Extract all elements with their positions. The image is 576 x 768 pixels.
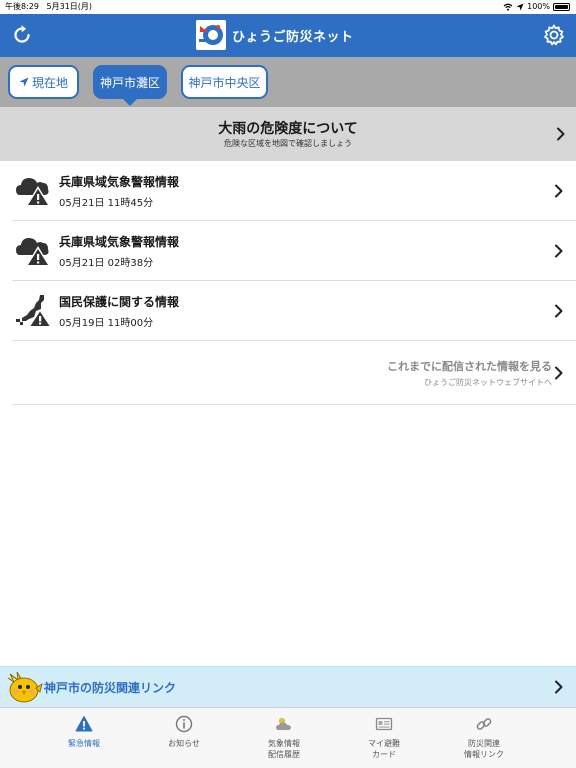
selected-tab-pointer — [123, 99, 137, 106]
past-info-subtitle: ひょうご防災ネットウェブサイトへ — [424, 378, 552, 387]
item-title: 国民保護に関する情報 — [59, 295, 180, 309]
tab-label: 神戸市灘区 — [99, 75, 160, 90]
info-list: 兵庫県域気象警報情報 05月21日 11時45分 兵庫県域気象警報情報 05月2… — [0, 161, 576, 405]
storm-warning-icon — [16, 178, 50, 206]
reload-button[interactable] — [10, 23, 34, 47]
item-title: 兵庫県域気象警報情報 — [59, 175, 180, 189]
tab-label: 防災関連 情報リンク — [434, 738, 534, 760]
tab-notices[interactable]: お知らせ — [134, 708, 234, 768]
item-date: 05月21日 11時45分 — [59, 198, 154, 209]
tab-label: 気象情報 配信履歴 — [234, 738, 334, 760]
settings-button[interactable] — [542, 23, 566, 47]
tab-label: 神戸市中央区 — [188, 75, 261, 90]
gear-icon — [544, 24, 564, 46]
weather-icon — [276, 717, 291, 730]
info-icon — [175, 715, 193, 733]
list-item[interactable]: 兵庫県域気象警報情報 05月21日 02時38分 — [12, 221, 576, 281]
tab-label: 現在地 — [31, 75, 68, 90]
tab-label: マイ避難 カード — [334, 738, 434, 760]
app-title: ひょうご防災ネット — [232, 29, 354, 45]
list-item[interactable]: 国民保護に関する情報 05月19日 11時00分 — [12, 281, 576, 341]
card-icon — [375, 717, 393, 731]
location-arrow-icon — [516, 3, 524, 11]
chevron-right-icon — [555, 366, 563, 380]
tab-kobe-nada[interactable]: 神戸市灘区 — [93, 65, 167, 99]
bottom-tab-bar: 緊急情報 お知らせ 気象情報 配信履歴 マイ避難 カード 防災関連 情報リンク — [0, 707, 576, 768]
tab-weather-history[interactable]: 気象情報 配信履歴 — [234, 708, 334, 768]
kobe-disaster-link-bar[interactable]: 神戸市の防災関連リンク — [0, 666, 576, 707]
area-tab-strip: 現在地 神戸市灘区 神戸市中央区 — [0, 57, 576, 107]
tab-label: 緊急情報 — [68, 739, 100, 748]
storm-warning-icon — [16, 238, 50, 266]
header-title-group: ひょうご防災ネット — [196, 20, 354, 50]
heavy-rain-risk-banner[interactable]: 大雨の危険度について 危険な区域を地図で確認しましょう — [0, 107, 576, 161]
past-info-link[interactable]: これまでに配信された情報を見る ひょうご防災ネットウェブサイトへ — [12, 341, 576, 405]
battery-icon — [553, 3, 570, 11]
app-logo — [196, 20, 226, 50]
tab-label: お知らせ — [168, 739, 200, 748]
tab-disaster-links[interactable]: 防災関連 情報リンク — [434, 708, 534, 768]
app-logo-mark — [196, 20, 226, 50]
tab-label-line2: カード — [372, 750, 396, 759]
tab-kobe-chuo[interactable]: 神戸市中央区 — [181, 65, 268, 99]
tab-label-line2: 配信履歴 — [268, 750, 300, 759]
chevron-right-icon — [555, 244, 563, 258]
banner-title: 大雨の危険度について — [218, 121, 358, 137]
kobe-link-label: 神戸市の防災関連リンク — [44, 681, 177, 695]
chevron-right-icon — [557, 127, 565, 141]
status-indicators: 100% — [503, 0, 570, 14]
item-title: 兵庫県域気象警報情報 — [59, 235, 180, 249]
battery-percent: 100% — [527, 2, 550, 11]
tab-label-line1: 防災関連 — [468, 739, 500, 748]
tab-emergency-info[interactable]: 緊急情報 — [34, 708, 134, 768]
banner-subtitle: 危険な区域を地図で確認しましょう — [224, 139, 352, 148]
tab-label-line1: 気象情報 — [268, 739, 300, 748]
warning-triangle-icon — [75, 716, 93, 732]
chevron-right-icon — [555, 184, 563, 198]
past-info-title: これまでに配信された情報を見る — [387, 360, 552, 373]
tab-label-line2: 情報リンク — [464, 750, 504, 759]
status-bar: 午後8:29 5月31日(月) 100% — [0, 0, 576, 14]
link-icon — [476, 718, 492, 730]
tab-my-evacuation-card[interactable]: マイ避難 カード — [334, 708, 434, 768]
status-time: 午後8:29 — [5, 2, 39, 11]
location-arrow-icon — [19, 77, 29, 87]
status-time-date: 午後8:29 5月31日(月) — [5, 0, 92, 14]
wifi-icon — [503, 3, 513, 11]
chevron-right-icon — [555, 680, 563, 694]
civil-protection-icon — [16, 295, 51, 327]
chevron-right-icon — [555, 304, 563, 318]
app-screen: 午後8:29 5月31日(月) 100% ひょうご防災ネット 現在地 神戸市灘区… — [0, 0, 576, 768]
app-header: ひょうご防災ネット — [0, 14, 576, 57]
tab-label-line1: マイ避難 — [368, 739, 400, 748]
item-date: 05月21日 02時38分 — [59, 258, 154, 269]
list-item[interactable]: 兵庫県域気象警報情報 05月21日 11時45分 — [12, 161, 576, 221]
mascot-bird-icon — [7, 671, 43, 703]
status-date: 5月31日(月) — [46, 2, 93, 11]
tab-current-location[interactable]: 現在地 — [8, 65, 79, 99]
reload-icon — [14, 25, 30, 43]
item-date: 05月19日 11時00分 — [59, 318, 154, 329]
